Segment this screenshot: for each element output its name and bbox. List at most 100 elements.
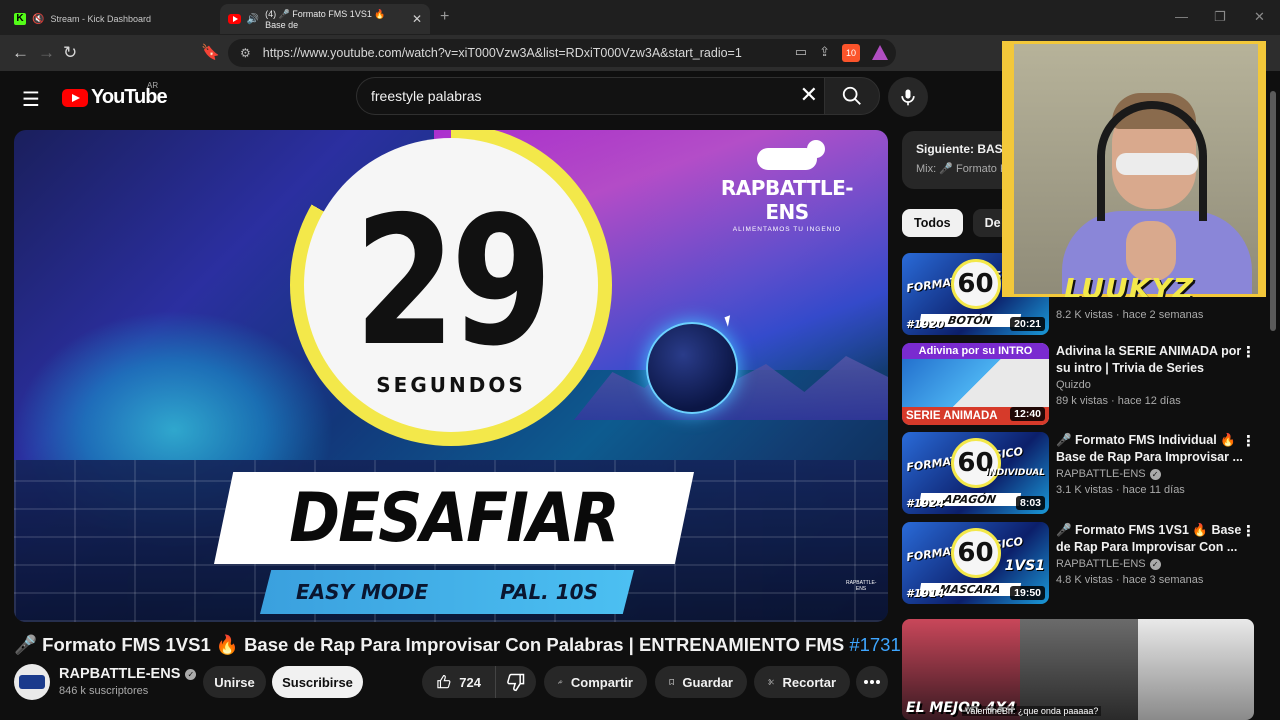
channel-name-text: RAPBATTLE-ENS [1056, 468, 1146, 480]
video-meta: 3.1 K vistas · hace 11 días [1056, 484, 1185, 496]
new-tab-icon[interactable]: + [440, 8, 449, 26]
countdown-timer: 29 SEGUNDOS [290, 130, 612, 446]
avatar-logo-icon [19, 675, 45, 689]
more-vertical-icon[interactable]: ⋮ [1241, 432, 1256, 450]
youtube-favicon-icon [228, 14, 241, 24]
speaker-icon[interactable]: 🔊 [247, 14, 259, 25]
duration-badge: 19:50 [1010, 586, 1045, 600]
video-thumbnail[interactable]: FORMATO CLÁSICO 60 INDIVIDUAL APAGÓN #19… [902, 432, 1049, 514]
clip-label: Recortar [782, 674, 836, 690]
duration-badge: 8:03 [1015, 496, 1045, 510]
thumb-id: #1920 [906, 318, 945, 331]
video-thumbnail[interactable]: Adivina por su INTRO SERIE ANIMADA 12:40 [902, 343, 1049, 425]
back-icon[interactable]: ← [12, 43, 29, 63]
mode-label: EASY MODE [295, 580, 429, 604]
channel-name-text: Quizdo [1056, 379, 1091, 391]
voice-search-button[interactable] [888, 77, 928, 117]
brave-shields-icon[interactable]: 10 [842, 44, 860, 62]
video-info: Adivina la SERIE ANIMADA por su intro | … [1056, 343, 1246, 407]
share-page-icon[interactable]: ⇪ [819, 44, 830, 62]
video-info: 🎤 Formato FMS 1VS1 🔥 Base de Rap Para Im… [1056, 522, 1246, 586]
search-input[interactable]: freestyle palabras ✕ [356, 77, 824, 115]
maximize-icon[interactable]: ❐ [1214, 9, 1226, 25]
muted-icon[interactable]: 🔇 [32, 14, 44, 25]
like-button[interactable]: 724 [422, 666, 496, 698]
video-title-link[interactable]: 🎤 Formato FMS Individual 🔥 Base de Rap P… [1056, 432, 1246, 466]
share-button[interactable]: Compartir [544, 666, 647, 698]
minimize-icon[interactable]: — [1175, 9, 1188, 24]
menu-icon[interactable]: ☰ [22, 87, 40, 112]
search-button[interactable] [824, 77, 880, 115]
video-title: 🎤 Formato FMS 1VS1 🔥 Base de Rap Para Im… [14, 634, 901, 656]
clip-button[interactable]: Recortar [754, 666, 850, 698]
brave-rewards-icon[interactable] [872, 45, 888, 60]
dislike-button[interactable] [496, 666, 536, 698]
channel-actions-row: RAPBATTLE-ENS ✓ 846 k suscriptores Unirs… [14, 662, 888, 702]
bookmark-icon[interactable]: 🔖 [201, 43, 220, 61]
scrollbar-thumb[interactable] [1270, 91, 1276, 331]
video-info: 🎤 Formato FMS Individual 🔥 Base de Rap P… [1056, 432, 1246, 496]
close-tab-icon[interactable]: ✕ [412, 12, 422, 26]
save-button[interactable]: Guardar [655, 666, 747, 698]
join-button[interactable]: Unirse [203, 666, 266, 698]
reload-icon[interactable]: ↻ [63, 43, 77, 63]
url-field[interactable]: ⚙ https://www.youtube.com/watch?v=xiT000… [228, 39, 896, 67]
page-scrollbar[interactable] [1268, 71, 1278, 720]
channel-brand-logo: RAPBATTLE-ENS ALIMENTAMOS TU INGENIO [712, 140, 862, 233]
challenge-word: DESAFIAR [289, 478, 621, 558]
like-count: 724 [459, 674, 481, 690]
tab-title: (4) 🎤 Formato FMS 1VS1 🔥 Base de [265, 8, 386, 30]
mode-banner: EASY MODE PAL. 10S [260, 570, 634, 614]
chip-all[interactable]: Todos [902, 209, 963, 237]
thumb-chat-overlay: ValentineBri: ¿que onda paaaaa? [962, 706, 1102, 716]
tab-kick-dashboard[interactable]: K 🔇 Stream - Kick Dashboard [6, 4, 216, 34]
thumb-format-right: INDIVIDUAL [985, 468, 1045, 478]
thumb-timer: 60 [950, 528, 1001, 578]
close-window-icon[interactable]: ✕ [1254, 9, 1265, 25]
more-actions-button[interactable] [856, 666, 888, 698]
timer-value: 29 [354, 178, 552, 385]
timer-face: 29 SEGUNDOS [304, 138, 598, 432]
cast-icon[interactable]: ▭ [795, 44, 807, 62]
more-vertical-icon[interactable]: ⋮ [1241, 522, 1256, 540]
country-code: AR [147, 81, 159, 90]
word-banner: DESAFIAR [214, 472, 694, 564]
streamer-name: LUUKYZ [1064, 272, 1195, 298]
subscriber-count: 846 k suscriptores [59, 685, 149, 697]
forward-icon[interactable]: → [38, 43, 55, 63]
channel-name[interactable]: RAPBATTLE-ENS ✓ [59, 666, 197, 682]
microphone-icon [901, 89, 915, 106]
video-player[interactable]: 29 SEGUNDOS RAPBATTLE-ENS ALIMENTAMOS TU… [14, 130, 888, 622]
share-label: Compartir [570, 674, 633, 690]
thumb-panel [1020, 619, 1138, 720]
clear-search-icon[interactable]: ✕ [800, 82, 818, 108]
tab-youtube-video[interactable]: 🔊 (4) 🎤 Formato FMS 1VS1 🔥 Base de ✕ [220, 4, 430, 34]
watermark: RAPBATTLE-ENS [846, 580, 877, 592]
verified-icon: ✓ [1149, 468, 1161, 480]
thumb-id: #1914 [906, 587, 945, 600]
browser-tab-strip: K 🔇 Stream - Kick Dashboard 🔊 (4) 🎤 Form… [0, 0, 1280, 35]
share-icon [558, 679, 563, 684]
avatar[interactable] [14, 664, 50, 700]
channel-name-text: RAPBATTLE-ENS [59, 666, 181, 682]
save-label: Guardar [682, 674, 733, 690]
thumb-id: #1924 [906, 497, 945, 510]
thumbs-up-icon [437, 675, 451, 689]
channel-name[interactable]: RAPBATTLE-ENS ✓ [1056, 468, 1246, 480]
channel-name[interactable]: Quizdo [1056, 379, 1246, 391]
subscribe-button[interactable]: Suscribirse [272, 666, 363, 698]
thumb-heading: Adivina por su INTRO [902, 343, 1049, 359]
video-title-link[interactable]: 🎤 Formato FMS 1VS1 🔥 Base de Rap Para Im… [1056, 522, 1246, 556]
list-item[interactable]: FORMATO CLÁSICO 60 1VS1 MASCARA #1914 19… [902, 522, 1268, 604]
video-thumbnail[interactable]: EL MEJOR 4X4 ValentineBri: ¿que onda paa… [902, 619, 1254, 720]
bookmark-save-icon [669, 679, 674, 686]
channel-name[interactable]: RAPBATTLE-ENS ✓ [1056, 558, 1246, 570]
list-item[interactable]: Adivina por su INTRO SERIE ANIMADA 12:40… [902, 343, 1268, 425]
hashtag-link[interactable]: #1731 [849, 634, 900, 655]
video-title-link[interactable]: Adivina la SERIE ANIMADA por su intro | … [1056, 343, 1246, 377]
thumb-timer: 60 [950, 259, 1001, 309]
video-thumbnail[interactable]: FORMATO CLÁSICO 60 1VS1 MASCARA #1914 19… [902, 522, 1049, 604]
site-info-icon[interactable]: ⚙ [240, 46, 251, 60]
list-item[interactable]: FORMATO CLÁSICO 60 INDIVIDUAL APAGÓN #19… [902, 432, 1268, 514]
more-vertical-icon[interactable]: ⋮ [1241, 343, 1256, 361]
